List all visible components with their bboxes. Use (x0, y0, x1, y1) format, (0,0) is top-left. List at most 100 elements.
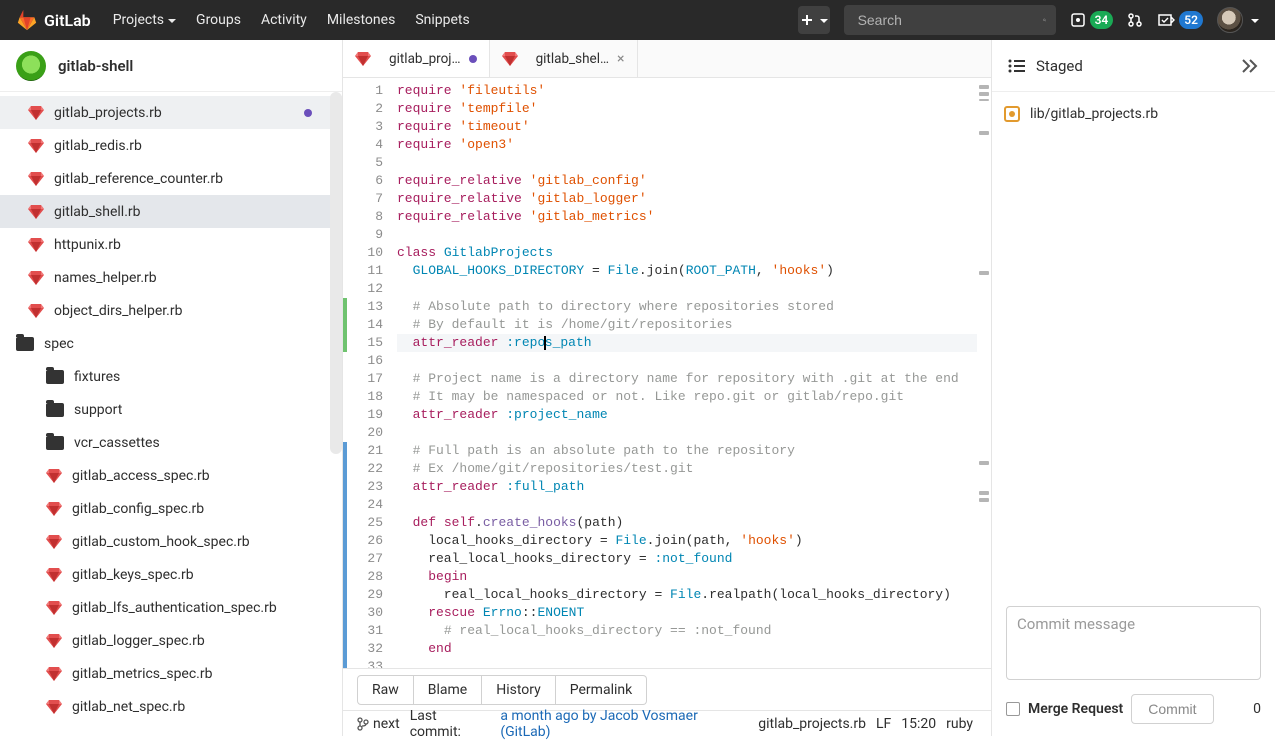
ruby-icon (46, 535, 62, 549)
tree-item-label: gitlab_metrics_spec.rb (72, 666, 212, 682)
todos-icon (1157, 12, 1175, 28)
search-input[interactable] (854, 12, 1043, 28)
tree-item-label: gitlab_lfs_authentication_spec.rb (72, 600, 277, 616)
modified-dot-icon (304, 109, 312, 117)
commit-button[interactable]: Commit (1131, 694, 1213, 724)
tree-file[interactable]: gitlab_redis.rb (0, 129, 342, 162)
nav-projects[interactable]: Projects (113, 12, 176, 28)
tree-file[interactable]: object_dirs_helper.rb (0, 294, 342, 327)
tree-file[interactable]: gitlab_lfs_authentication_spec.rb (0, 591, 342, 624)
permalink-button[interactable]: Permalink (556, 675, 647, 705)
tree-folder[interactable]: vcr_cassettes (0, 426, 342, 459)
tree-item-label: gitlab_access_spec.rb (72, 468, 210, 484)
ruby-icon (46, 667, 62, 681)
todos-indicator[interactable]: 52 (1157, 11, 1203, 29)
ruby-icon (28, 205, 44, 219)
tree-folder[interactable]: support (0, 393, 342, 426)
tree-folder[interactable]: spec (0, 327, 342, 360)
staged-header: Staged (992, 40, 1275, 92)
nav-groups[interactable]: Groups (196, 12, 241, 28)
branch-indicator[interactable]: next (357, 716, 400, 732)
tree-item-label: names_helper.rb (54, 270, 157, 286)
header: GitLab Projects Groups Activity Mileston… (0, 0, 1275, 40)
file-sidebar: gitlab-shell gitlab_projects.rb gitlab_re… (0, 40, 343, 736)
gitlab-logo-icon (16, 9, 38, 31)
close-icon[interactable]: × (617, 51, 624, 67)
ruby-icon (46, 568, 62, 582)
tree-item-label: object_dirs_helper.rb (54, 303, 182, 319)
last-commit-link[interactable]: a month ago by Jacob Vosmaer (GitLab) (500, 708, 748, 740)
code-editor[interactable]: 1234567891011121314151617181920212223242… (343, 78, 991, 668)
tree-item-label: gitlab_keys_spec.rb (72, 567, 194, 583)
last-commit-label: Last commit: (410, 708, 491, 740)
staged-file[interactable]: lib/gitlab_projects.rb (1004, 106, 1263, 122)
user-menu[interactable] (1217, 7, 1259, 33)
tree-folder[interactable]: fixtures (0, 360, 342, 393)
search-box[interactable] (844, 5, 1056, 35)
staged-list: lib/gitlab_projects.rb (992, 92, 1275, 606)
ruby-icon (28, 271, 44, 285)
project-icon (16, 51, 46, 81)
tree-file[interactable]: httpunix.rb (0, 228, 342, 261)
tree-file[interactable]: gitlab_net_spec.rb (0, 690, 342, 723)
tree-item-label: gitlab_custom_hook_spec.rb (72, 534, 250, 550)
tree-item-label: gitlab_logger_spec.rb (72, 633, 205, 649)
status-eol: LF (876, 716, 891, 732)
modified-icon (1004, 106, 1020, 122)
tree-file[interactable]: gitlab_keys_spec.rb (0, 558, 342, 591)
issues-indicator[interactable]: 34 (1070, 11, 1114, 29)
commit-message-box[interactable] (1006, 606, 1261, 680)
editor-tabs: gitlab_proj…gitlab_shel…× (343, 40, 991, 78)
ruby-icon (28, 106, 44, 120)
tree-item-label: fixtures (74, 369, 120, 385)
raw-button[interactable]: Raw (357, 675, 414, 705)
tree-file[interactable]: gitlab_metrics_spec.rb (0, 657, 342, 690)
tree-file[interactable]: gitlab_projects.rb (0, 96, 342, 129)
todos-count-badge: 52 (1179, 11, 1203, 29)
staged-file-path: lib/gitlab_projects.rb (1030, 106, 1158, 122)
history-button[interactable]: History (482, 675, 556, 705)
tree-item-label: vcr_cassettes (74, 435, 160, 451)
ruby-icon (46, 469, 62, 483)
editor-tab[interactable]: gitlab_proj… (343, 40, 490, 77)
tree-file[interactable]: gitlab_reference_counter.rb (0, 162, 342, 195)
editor-tab[interactable]: gitlab_shel…× (490, 40, 638, 77)
merge-request-label: Merge Request (1028, 701, 1123, 717)
blame-button[interactable]: Blame (414, 675, 482, 705)
minimap[interactable] (977, 78, 991, 668)
line-number-gutter: 1234567891011121314151617181920212223242… (347, 78, 391, 668)
file-tree: gitlab_projects.rbgitlab_redis.rbgitlab_… (0, 92, 342, 736)
commit-message-input[interactable] (1017, 615, 1250, 671)
status-lang: ruby (946, 716, 973, 732)
ruby-icon (28, 172, 44, 186)
tree-file[interactable]: gitlab_shell.rb (0, 195, 342, 228)
collapse-icon[interactable] (1239, 58, 1259, 74)
tree-item-label: gitlab_net_spec.rb (72, 699, 185, 715)
tree-item-label: gitlab_projects.rb (54, 105, 162, 121)
project-header[interactable]: gitlab-shell (0, 40, 342, 92)
nav-milestones[interactable]: Milestones (327, 12, 396, 28)
tree-item-label: gitlab_shell.rb (54, 204, 141, 220)
blob-toolbar: Raw Blame History Permalink (343, 668, 991, 710)
status-cursor: 15:20 (901, 716, 936, 732)
staged-title: Staged (1036, 57, 1083, 75)
tree-item-label: support (74, 402, 122, 418)
tree-item-label: gitlab_config_spec.rb (72, 501, 204, 517)
tree-file[interactable]: gitlab_config_spec.rb (0, 492, 342, 525)
tree-file[interactable]: gitlab_custom_hook_spec.rb (0, 525, 342, 558)
project-title: gitlab-shell (58, 57, 133, 75)
tree-file[interactable]: gitlab_logger_spec.rb (0, 624, 342, 657)
folder-icon (46, 436, 64, 450)
tree-file[interactable]: gitlab_access_spec.rb (0, 459, 342, 492)
ruby-icon (46, 700, 62, 714)
status-bar: next Last commit: a month ago by Jacob V… (343, 710, 991, 736)
tree-item-label: spec (44, 336, 74, 352)
merge-requests-indicator[interactable] (1127, 12, 1143, 28)
merge-request-checkbox[interactable] (1006, 702, 1020, 716)
tree-file[interactable]: names_helper.rb (0, 261, 342, 294)
nav-activity[interactable]: Activity (261, 12, 307, 28)
ruby-icon (46, 601, 62, 615)
nav-snippets[interactable]: Snippets (415, 12, 469, 28)
new-dropdown-button[interactable] (798, 6, 830, 34)
branch-icon (357, 717, 369, 731)
